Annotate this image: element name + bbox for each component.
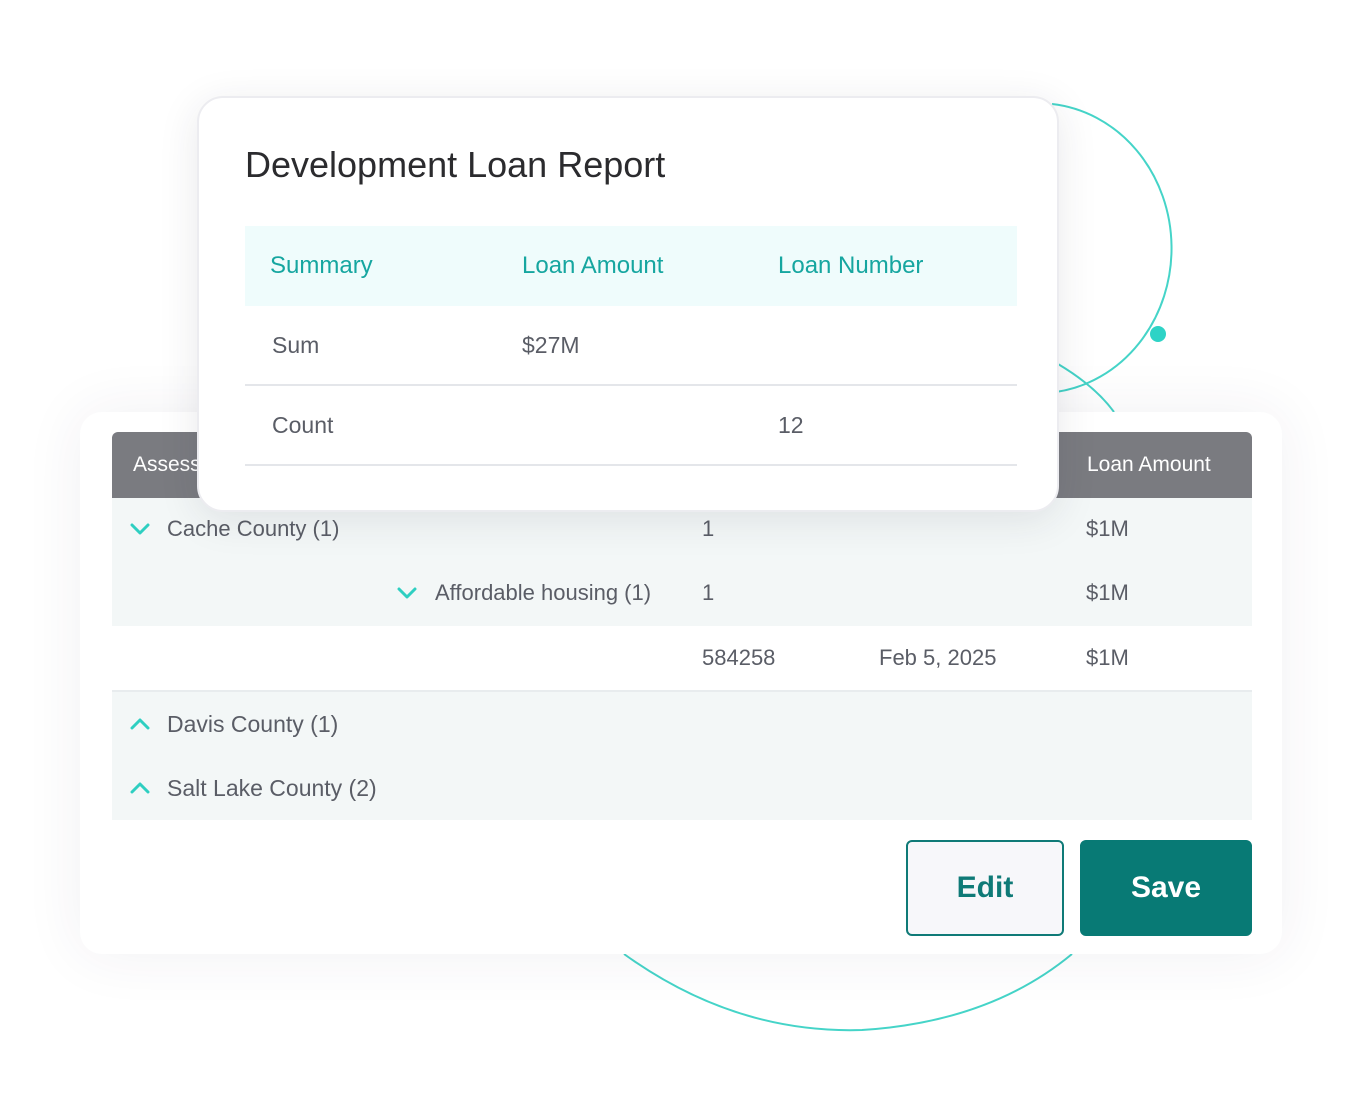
decorative-dot	[1150, 326, 1166, 342]
summary-header-row: Summary Loan Amount Loan Number	[245, 226, 1017, 306]
action-buttons: Edit Save	[906, 840, 1252, 936]
summary-row-count: Count 12	[245, 386, 1017, 466]
summary-row-loan-amount: $27M	[522, 332, 580, 358]
record-loan-number: 584258	[702, 645, 776, 670]
summary-table: Summary Loan Amount Loan Number Sum $27M…	[245, 226, 1017, 466]
group-amount: $1M	[1086, 516, 1129, 541]
summary-row-sum: Sum $27M	[245, 306, 1017, 386]
chevron-up-icon[interactable]	[129, 692, 151, 756]
group-row-salt-lake-county[interactable]: Salt Lake County (2)	[112, 756, 1252, 820]
summary-row-label: Count	[272, 412, 334, 438]
report-title: Development Loan Report	[245, 144, 666, 185]
save-button[interactable]: Save	[1080, 840, 1252, 936]
record-row[interactable]: 584258 Feb 5, 2025 $1M	[112, 626, 1252, 692]
summary-header-loan-number[interactable]: Loan Number	[778, 226, 923, 306]
subgroup-count: 1	[702, 580, 715, 605]
chevron-down-icon[interactable]	[396, 560, 418, 626]
record-amount: $1M	[1086, 645, 1129, 670]
group-label: Salt Lake County (2)	[167, 775, 377, 801]
group-label: Davis County (1)	[167, 711, 339, 737]
decorative-arc-bottom	[623, 953, 1073, 1032]
summary-header-loan-amount[interactable]: Loan Amount	[522, 226, 663, 306]
edit-button[interactable]: Edit	[906, 840, 1064, 936]
summary-header-summary[interactable]: Summary	[270, 226, 373, 306]
chevron-up-icon[interactable]	[129, 756, 151, 820]
page: Assessment Loan Amount Cache County (1) …	[0, 0, 1360, 1120]
record-date: Feb 5, 2025	[879, 645, 997, 670]
decorative-arc-top	[1051, 103, 1173, 393]
decorative-line-diagonal	[1057, 363, 1115, 413]
summary-row-loan-number: 12	[778, 412, 804, 438]
subgroup-amount: $1M	[1086, 580, 1129, 605]
subgroup-label: Affordable housing (1)	[435, 580, 652, 605]
group-row-davis-county[interactable]: Davis County (1)	[112, 692, 1252, 756]
summary-row-label: Sum	[272, 332, 320, 358]
report-summary-card: Development Loan Report Summary Loan Amo…	[197, 96, 1059, 512]
chevron-down-icon[interactable]	[129, 498, 151, 560]
grid-header-loan-amount[interactable]: Loan Amount	[1087, 432, 1211, 498]
subgroup-row-affordable-housing[interactable]: Affordable housing (1) 1 $1M	[112, 560, 1252, 626]
